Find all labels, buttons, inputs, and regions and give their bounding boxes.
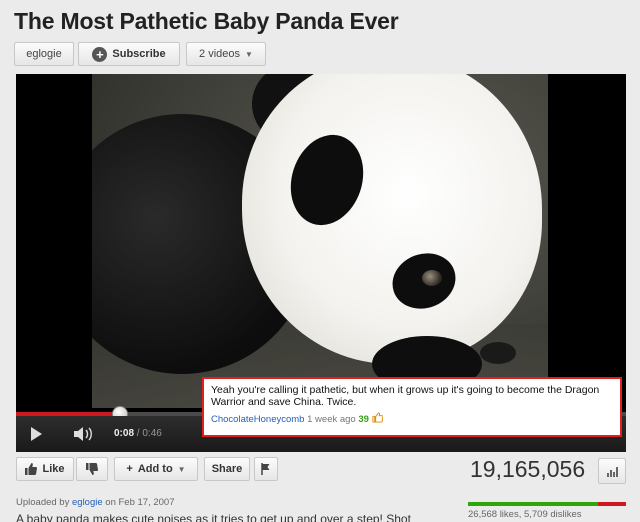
upload-date: on Feb 17, 2007 — [105, 497, 175, 508]
stats-icon — [607, 467, 619, 477]
chevron-down-icon: ▼ — [245, 49, 253, 59]
view-count: 19,165,056 — [470, 456, 586, 482]
volume-button[interactable] — [64, 416, 104, 452]
chevron-down-icon: ▼ — [177, 464, 186, 474]
uploader-link[interactable]: eglogie — [72, 497, 103, 508]
thumbs-up-icon — [25, 463, 38, 475]
current-time: 0:08 — [114, 428, 135, 439]
volume-icon — [74, 427, 92, 441]
comment-votes: 39 — [358, 414, 369, 425]
plus-icon: + — [126, 463, 133, 475]
dislike-button[interactable] — [76, 457, 108, 481]
comment-text: Yeah you're calling it pathetic, but whe… — [211, 384, 600, 408]
stats-button[interactable] — [598, 458, 626, 484]
channel-name-button[interactable]: eglogie — [14, 42, 74, 66]
plus-icon: + — [92, 46, 108, 62]
subscribe-label: Subscribe — [112, 48, 166, 60]
video-frame[interactable] — [92, 74, 548, 408]
subscribe-button[interactable]: + Subscribe — [78, 42, 180, 66]
flag-button[interactable] — [254, 457, 278, 481]
videos-count-label: 2 videos — [199, 48, 241, 60]
upload-prefix: Uploaded by — [16, 497, 70, 508]
share-label: Share — [211, 463, 243, 475]
channel-videos-dropdown[interactable]: 2 videos ▼ — [186, 42, 266, 66]
panda-head — [242, 74, 542, 364]
like-label: Like — [42, 463, 65, 475]
video-description: A baby panda makes cute noises as it tri… — [16, 512, 411, 522]
comment-annotation: Yeah you're calling it pathetic, but whe… — [202, 377, 622, 437]
flag-icon — [261, 463, 270, 475]
likes-dislikes-text: 26,568 likes, 5,709 dislikes — [468, 509, 582, 520]
video-title: The Most Pathetic Baby Panda Ever — [14, 8, 399, 34]
panda-eye — [422, 270, 442, 286]
thumbs-down-icon — [86, 463, 98, 475]
likes-fill — [468, 502, 598, 506]
thumbs-up-icon[interactable] — [372, 412, 383, 423]
play-button[interactable] — [16, 416, 56, 452]
comment-author-link[interactable]: ChocolateHoneycomb — [211, 414, 304, 425]
comment-age: 1 week ago — [307, 414, 356, 425]
like-button[interactable]: Like — [16, 457, 74, 481]
comment-meta: ChocolateHoneycomb 1 week ago 39 — [211, 412, 613, 426]
duration: / 0:46 — [136, 428, 162, 439]
add-to-label: Add to — [137, 463, 173, 475]
upload-info: Uploaded by eglogie on Feb 17, 2007 — [16, 497, 174, 508]
like-dislike-ratio-bar — [468, 502, 626, 506]
play-icon — [30, 427, 42, 441]
time-display: 0:08 / 0:46 — [114, 428, 162, 439]
add-to-button[interactable]: + Add to ▼ — [114, 457, 198, 481]
share-button[interactable]: Share — [204, 457, 250, 481]
panda-nose — [480, 342, 516, 364]
